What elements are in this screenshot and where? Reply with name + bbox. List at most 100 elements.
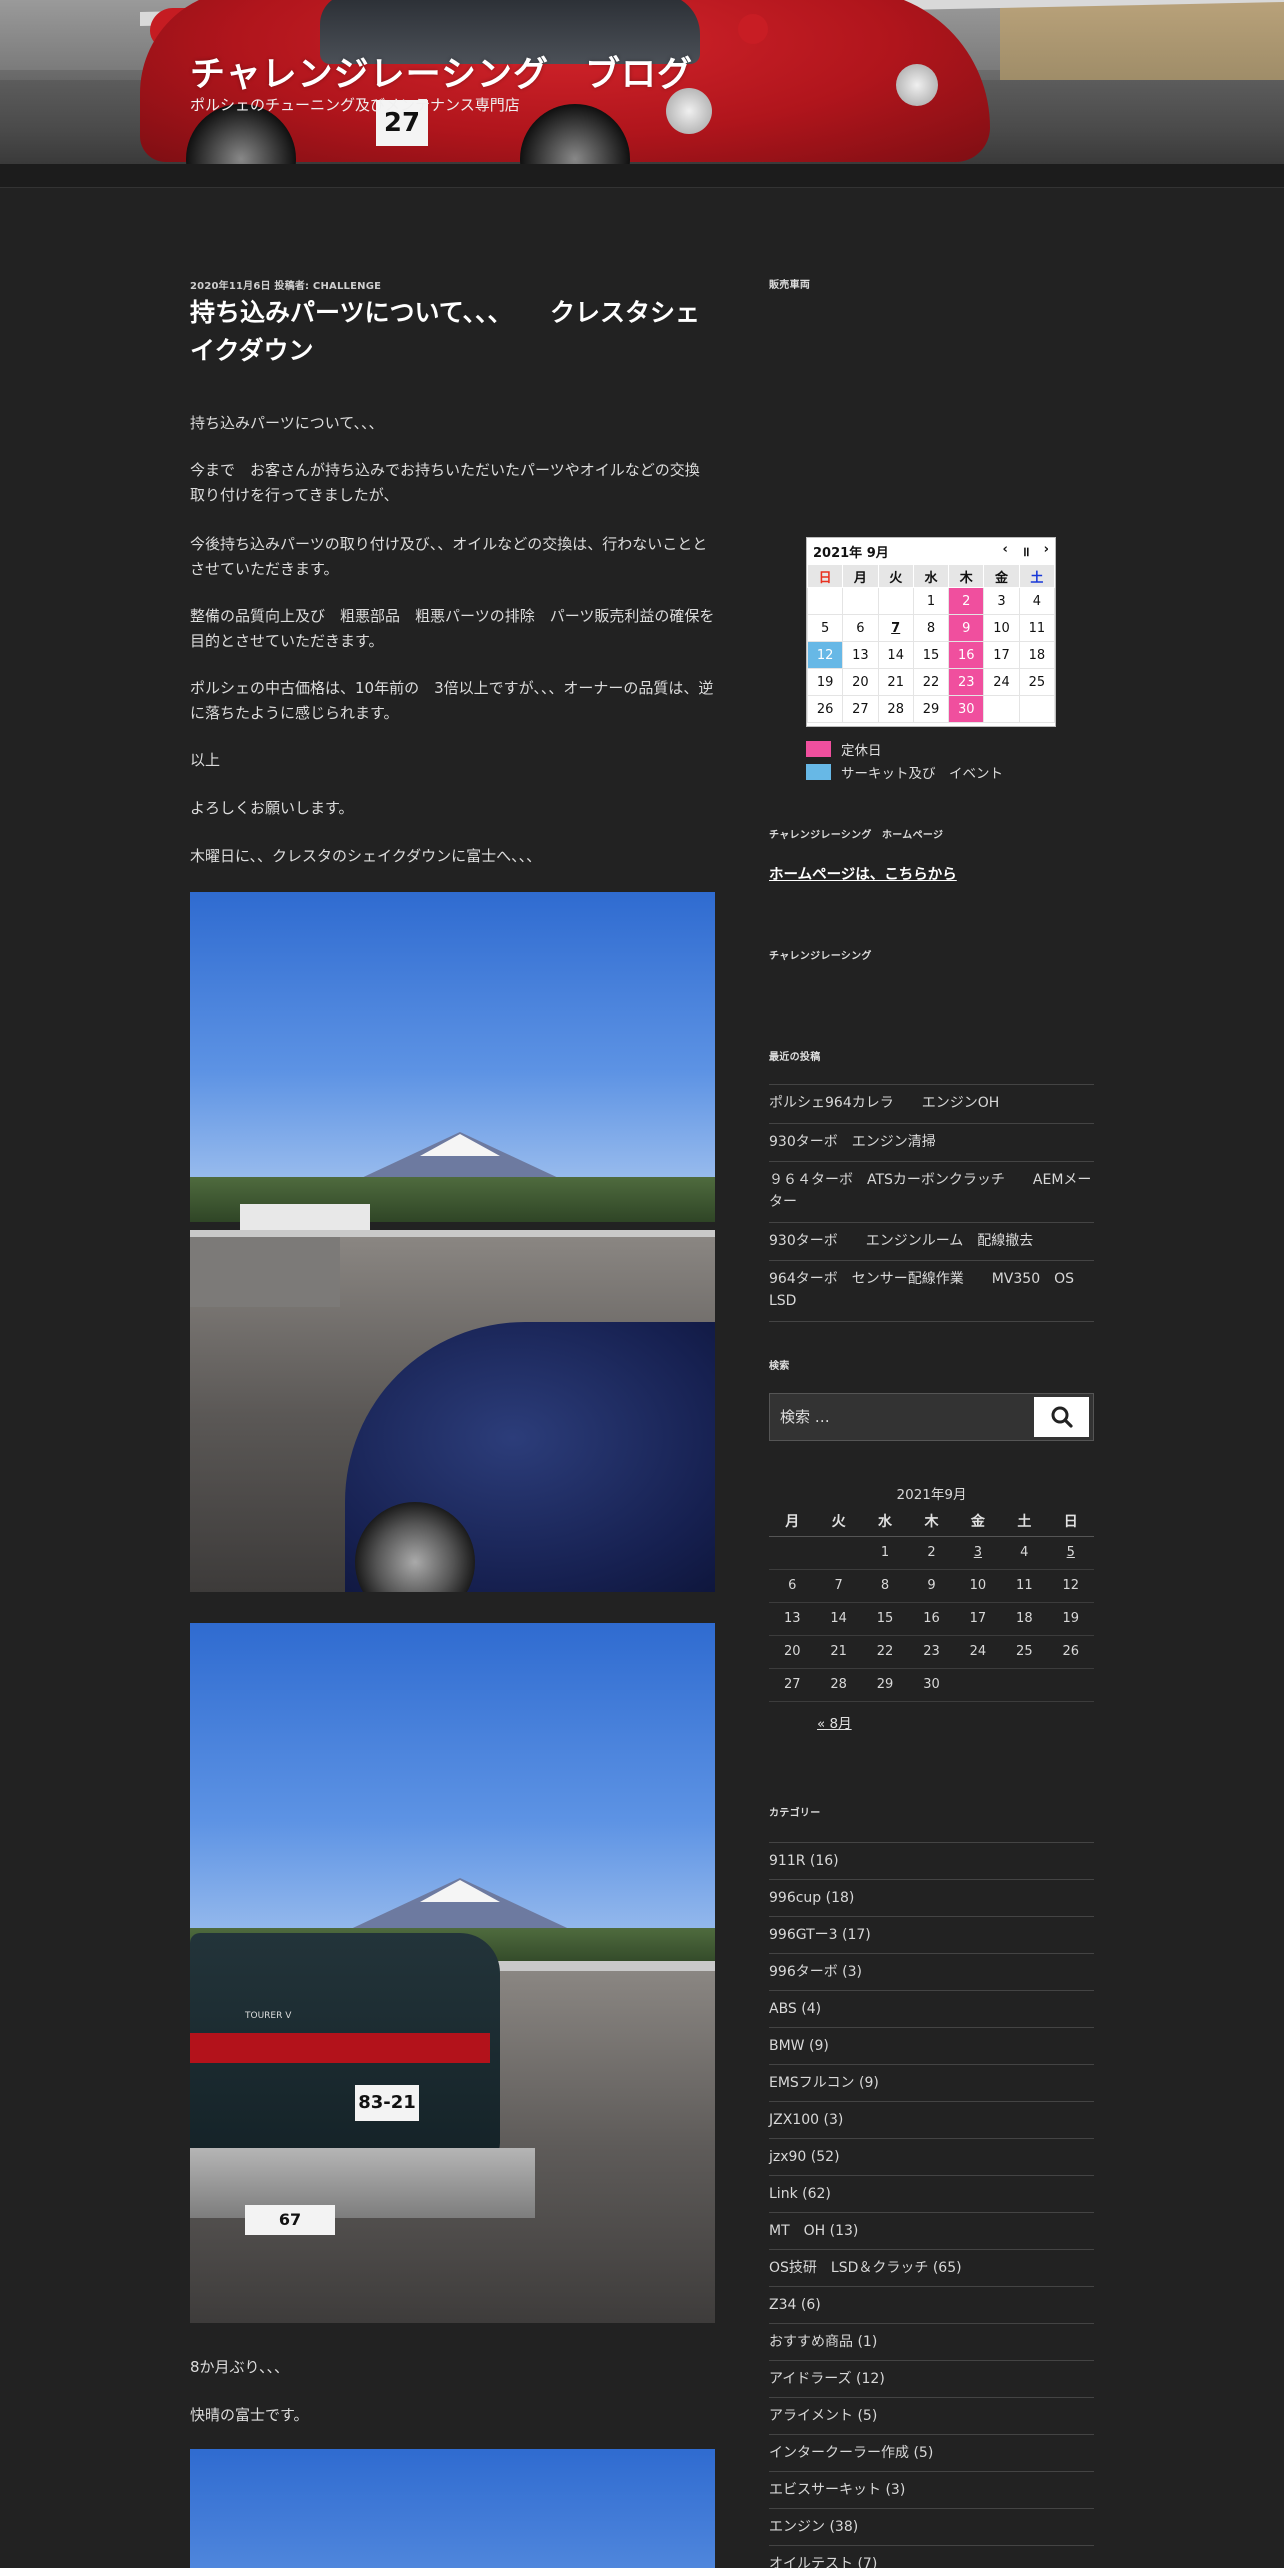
header-car-headlamp-2 <box>896 64 938 106</box>
archive-day: 9 <box>908 1569 955 1603</box>
business-calendar-month: 2021年 9月 <box>813 545 889 561</box>
calendar-empty-cell <box>983 695 1020 723</box>
archive-day-link[interactable]: 3 <box>954 1536 1002 1570</box>
widget-title-search: 検索 <box>769 1361 790 1372</box>
category-link[interactable]: 996cup (18) <box>769 1880 1094 1917</box>
weekday-header: 火 <box>877 564 914 588</box>
archive-day: 23 <box>908 1635 955 1669</box>
calendar-day: 11 <box>1018 614 1056 642</box>
archive-day: 28 <box>815 1668 862 1702</box>
calendar-day: 5 <box>806 614 844 642</box>
recent-post-link[interactable]: ポルシェ964カレラ エンジンOH <box>769 1085 1094 1124</box>
archive-day: 6 <box>769 1569 816 1603</box>
archive-day-link[interactable]: 5 <box>1047 1536 1094 1570</box>
recent-post-link[interactable]: 930ターボ エンジン清掃 <box>769 1124 1094 1163</box>
weekday-header: 木 <box>908 1506 955 1537</box>
calendar-week-row: 12 13 14 15 16 17 18 <box>806 641 1056 669</box>
post-date-link[interactable]: 2020年11月6日 <box>190 281 271 292</box>
category-link[interactable]: EMSフルコン (9) <box>769 2065 1094 2102</box>
archive-week-row: 6 7 8 9 10 11 12 <box>769 1569 1094 1603</box>
archive-day: 26 <box>1047 1635 1094 1669</box>
calendar-empty-cell <box>1018 695 1056 723</box>
recent-post-link[interactable]: ９６４ターボ ATSカーボンクラッチ AEMメーター <box>769 1162 1094 1223</box>
pause-icon[interactable]: ॥ <box>1022 542 1030 560</box>
category-link[interactable]: おすすめ商品 (1) <box>769 2324 1094 2361</box>
archive-day: 7 <box>815 1569 862 1603</box>
category-link[interactable]: Link (62) <box>769 2176 1094 2213</box>
category-link[interactable]: 996ターボ (3) <box>769 1954 1094 1991</box>
widget-title-categories: カテゴリー <box>769 1808 821 1819</box>
site-header: 27 チャレンジレーシング ブログ ポルシェのチューニング及びメンテナンス専門店 <box>0 0 1284 164</box>
category-link[interactable]: OS技研 LSD＆クラッチ (65) <box>769 2250 1094 2287</box>
weekday-header: 金 <box>983 564 1020 588</box>
archive-prev-month-link[interactable]: « 8月 <box>817 1712 852 1732</box>
search-input[interactable] <box>770 1394 1034 1440</box>
recent-post-link[interactable]: 930ターボ エンジンルーム 配線撤去 <box>769 1223 1094 1262</box>
calendar-day: 3 <box>983 587 1020 615</box>
post-paragraph: 今まで お客さんが持ち込みでお持ちいただいたパーツやオイルなどの交換 取り付けを… <box>190 461 715 504</box>
business-calendar-grid: 日 月 火 水 木 金 土 1 2 3 4 5 6 7 8 9 10 11 12 13 14 15 16 17 1… <box>806 564 1056 723</box>
calendar-day: 4 <box>1018 587 1056 615</box>
calendar-day: 1 <box>912 587 950 615</box>
archive-day: 22 <box>861 1635 909 1669</box>
weekday-header: 水 <box>912 564 950 588</box>
photo-trailer-plate: 67 <box>245 2205 335 2235</box>
post-title: 持ち込みパーツについて、、、 クレスタシェイクダウン <box>190 298 701 365</box>
archive-day: 20 <box>769 1635 816 1669</box>
category-link[interactable]: オイルテスト (7) <box>769 2546 1094 2568</box>
category-link[interactable]: JZX100 (3) <box>769 2102 1094 2139</box>
homepage-link[interactable]: ホームページは、こちらから <box>769 863 957 884</box>
post-photo-fuji-sky <box>190 2449 715 2568</box>
category-link[interactable]: インタークーラー作成 (5) <box>769 2435 1094 2472</box>
search-icon <box>1051 1406 1073 1428</box>
category-link[interactable]: ABS (4) <box>769 1991 1094 2028</box>
recent-posts-list: ポルシェ964カレラ エンジンOH 930ターボ エンジン清掃 ９６４ターボ A… <box>769 1084 1094 1322</box>
category-link[interactable]: BMW (9) <box>769 2028 1094 2065</box>
post-paragraph: ポルシェの中古価格は、10年前の 3倍以上ですが、、、オーナーの品質は、逆に落ち… <box>190 679 714 722</box>
archive-day: 15 <box>861 1602 909 1636</box>
search-button[interactable] <box>1034 1397 1089 1437</box>
post-photo-fuji-blue-car <box>190 892 715 1592</box>
calendar-day: 23 <box>948 668 985 696</box>
photo-snowcap <box>420 1134 500 1156</box>
site-title[interactable]: チャレンジレーシング ブログ <box>190 46 693 97</box>
widget-title-racing: チャレンジレーシング <box>769 951 872 962</box>
next-month-icon[interactable]: › <box>1044 542 1049 560</box>
weekday-header: 水 <box>861 1506 909 1537</box>
calendar-day: 27 <box>842 695 879 723</box>
calendar-week-row: 1234 <box>806 587 1056 615</box>
photo-number-plate: 83-21 <box>355 2085 419 2121</box>
post-author-link[interactable]: challenge <box>313 281 381 292</box>
recent-post-link[interactable]: 964ターボ センサー配線作業 MV350 OS LSD <box>769 1261 1094 1322</box>
archive-day: 13 <box>769 1602 816 1636</box>
prev-month-icon[interactable]: ‹ <box>1002 542 1007 560</box>
post-paragraph: 快晴の富士です。 <box>190 2406 309 2424</box>
calendar-empty-cell <box>806 587 844 615</box>
category-link[interactable]: アライメント (5) <box>769 2398 1094 2435</box>
archive-day: 1 <box>861 1536 909 1570</box>
category-link[interactable]: エビスサーキット (3) <box>769 2472 1094 2509</box>
business-calendar-nav: ‹ ॥ › <box>1002 542 1049 560</box>
calendar-day: 10 <box>983 614 1020 642</box>
archive-day: 18 <box>1001 1602 1048 1636</box>
calendar-empty-cell <box>842 587 879 615</box>
category-link[interactable]: Z34 (6) <box>769 2287 1094 2324</box>
calendar-day: 15 <box>912 641 950 669</box>
category-link[interactable]: アイドラーズ (12) <box>769 2361 1094 2398</box>
category-link[interactable]: 996GTー3 (17) <box>769 1917 1094 1954</box>
archive-day: 27 <box>769 1668 816 1702</box>
calendar-day: 29 <box>912 695 950 723</box>
category-link[interactable]: 911R (16) <box>769 1843 1094 1880</box>
calendar-day: 16 <box>948 641 985 669</box>
calendar-day: 25 <box>1018 668 1056 696</box>
calendar-day: 26 <box>806 695 844 723</box>
archive-day: 2 <box>908 1536 955 1570</box>
category-link[interactable]: MT OH (13) <box>769 2213 1094 2250</box>
entry-meta: 2020年11月6日 投稿者: challenge <box>190 277 381 292</box>
category-link[interactable]: エンジン (38) <box>769 2509 1094 2546</box>
category-link[interactable]: jzx90 (52) <box>769 2139 1094 2176</box>
calendar-week-row: 5 6 7 8 9 10 11 <box>806 614 1056 642</box>
calendar-day: 2 <box>948 587 985 615</box>
post-paragraph: 以上 <box>190 751 221 769</box>
archive-day: 4 <box>1001 1536 1048 1570</box>
